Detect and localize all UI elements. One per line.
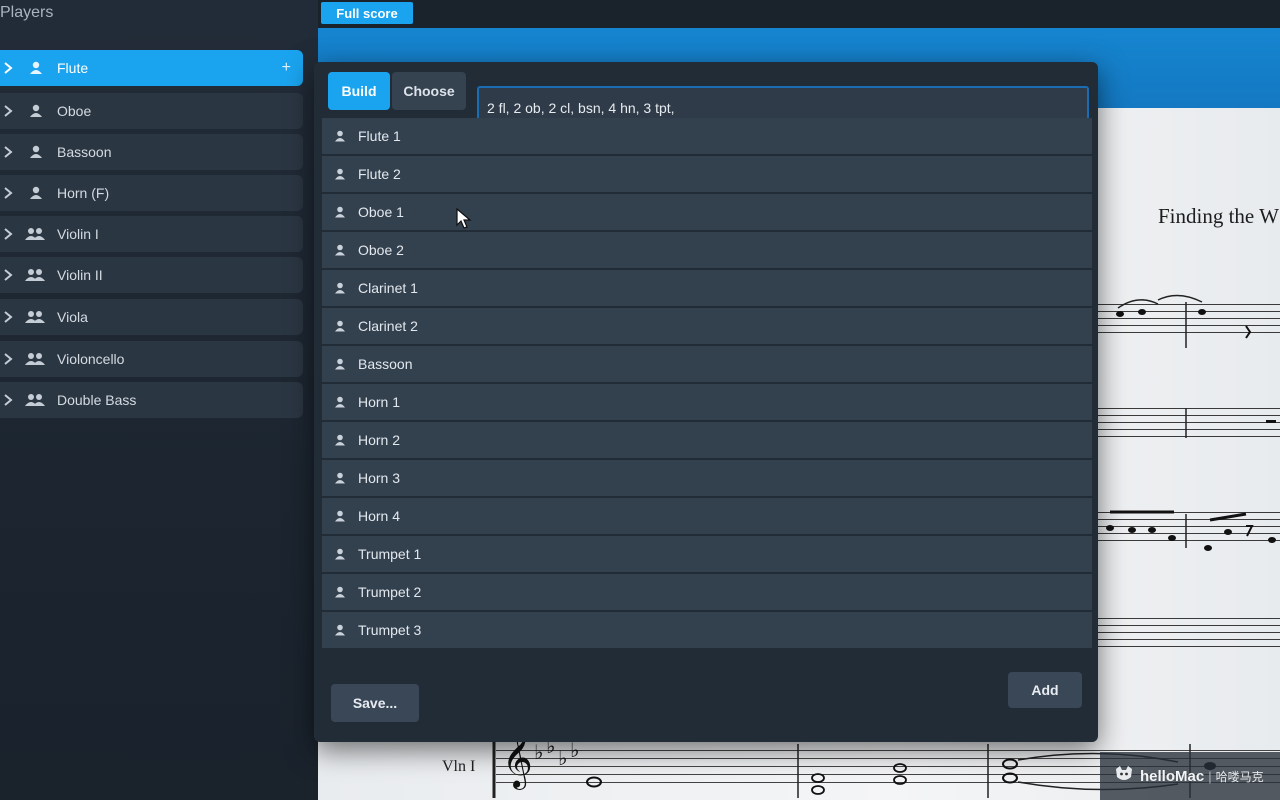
- player-item-label: Oboe: [57, 103, 92, 119]
- player-item-violoncello[interactable]: Violoncello: [0, 341, 303, 377]
- instrument-label: Flute 1: [358, 128, 401, 144]
- person-icon: [332, 320, 348, 332]
- list-item[interactable]: Oboe 1: [322, 194, 1092, 230]
- instrument-label: Horn 3: [358, 470, 401, 486]
- player-item-flute[interactable]: Flute +: [0, 50, 303, 86]
- section-players-icon: [23, 310, 47, 324]
- instrument-label: Oboe 2: [358, 242, 404, 258]
- add-instruments-dialog: Build Choose Flute 1 Flute 2 Oboe 1 Oboe…: [314, 62, 1098, 742]
- tab-full-score[interactable]: Full score: [321, 2, 413, 24]
- watermark-brand: helloMac: [1140, 767, 1205, 785]
- players-panel: Players Flute + Oboe Bassoon Horn (F) Vi…: [0, 0, 318, 800]
- player-item-bassoon[interactable]: Bassoon: [0, 134, 303, 170]
- instrument-label: Horn 1: [358, 394, 401, 410]
- instrument-label: Horn 2: [358, 432, 401, 448]
- add-button[interactable]: Add: [1008, 672, 1082, 708]
- instrument-label: Trumpet 2: [358, 584, 422, 600]
- chevron-right-icon[interactable]: [1, 62, 15, 74]
- watermark-separator: |: [1208, 768, 1212, 784]
- person-icon: [25, 104, 47, 118]
- instrument-list: Flute 1 Flute 2 Oboe 1 Oboe 2 Clarinet 1…: [322, 118, 1092, 650]
- chevron-right-icon[interactable]: [1, 105, 15, 117]
- person-icon: [332, 624, 348, 636]
- mouse-pointer-icon: [456, 207, 472, 235]
- player-item-label: Violin I: [57, 226, 99, 242]
- add-instrument-button[interactable]: +: [282, 58, 291, 78]
- tab-choose[interactable]: Choose: [392, 72, 466, 110]
- score-notation: [1106, 294, 1276, 551]
- chevron-right-icon[interactable]: [1, 353, 15, 365]
- player-item-label: Flute: [57, 60, 89, 76]
- section-players-icon: [23, 393, 47, 407]
- score-tab-strip: [318, 0, 1280, 30]
- person-icon: [25, 145, 47, 159]
- players-panel-title: Players: [0, 4, 54, 21]
- list-item[interactable]: Horn 3: [322, 460, 1092, 496]
- person-icon: [332, 206, 348, 218]
- instrument-label: Clarinet 1: [358, 280, 418, 296]
- section-players-icon: [23, 352, 47, 366]
- person-icon: [332, 434, 348, 446]
- save-button[interactable]: Save...: [331, 684, 419, 722]
- person-icon: [332, 510, 348, 522]
- chevron-right-icon[interactable]: [1, 269, 15, 281]
- chevron-right-icon[interactable]: [1, 394, 15, 406]
- player-item-double-bass[interactable]: Double Bass: [0, 382, 303, 418]
- watermark-chinese-name: 哈喽马克: [1215, 769, 1264, 784]
- player-item-violin-ii[interactable]: Violin II: [0, 257, 303, 293]
- list-item[interactable]: Oboe 2: [322, 232, 1092, 268]
- section-players-icon: [23, 268, 47, 282]
- person-icon: [25, 186, 47, 200]
- person-icon: [332, 396, 348, 408]
- player-item-viola[interactable]: Viola: [0, 299, 303, 335]
- person-icon: [332, 282, 348, 294]
- list-item[interactable]: Flute 2: [322, 156, 1092, 192]
- list-item[interactable]: Trumpet 3: [322, 612, 1092, 648]
- list-item[interactable]: Bassoon: [322, 346, 1092, 382]
- section-players-icon: [23, 227, 47, 241]
- list-item[interactable]: Horn 4: [322, 498, 1092, 534]
- player-item-oboe[interactable]: Oboe: [0, 93, 303, 129]
- instrument-label: Horn 4: [358, 508, 401, 524]
- list-item[interactable]: Trumpet 2: [322, 574, 1092, 610]
- player-item-label: Double Bass: [57, 392, 137, 408]
- score-staff: [1098, 618, 1280, 653]
- chevron-right-icon[interactable]: [1, 187, 15, 199]
- person-icon: [332, 548, 348, 560]
- player-item-label: Horn (F): [57, 185, 110, 201]
- player-item-label: Bassoon: [57, 144, 112, 160]
- instrument-label: Flute 2: [358, 166, 401, 182]
- player-item-label: Violin II: [57, 267, 103, 283]
- player-item-violin-i[interactable]: Violin I: [0, 216, 303, 252]
- list-item[interactable]: Clarinet 2: [322, 308, 1092, 344]
- chevron-right-icon[interactable]: [1, 311, 15, 323]
- list-item[interactable]: Trumpet 1: [322, 536, 1092, 572]
- watermark: helloMac | 哈喽马克: [1100, 752, 1280, 800]
- score-title: Finding the W: [1158, 204, 1279, 228]
- person-icon: [332, 586, 348, 598]
- instrument-label: Oboe 1: [358, 204, 404, 220]
- instrument-label: Bassoon: [358, 356, 413, 372]
- tab-build[interactable]: Build: [328, 72, 390, 110]
- list-item[interactable]: Clarinet 1: [322, 270, 1092, 306]
- list-item[interactable]: Horn 2: [322, 422, 1092, 458]
- instrument-label: Clarinet 2: [358, 318, 418, 334]
- instrument-label: Trumpet 1: [358, 546, 422, 562]
- hellomac-logo-icon: [1114, 765, 1134, 788]
- person-icon: [332, 168, 348, 180]
- player-item-horn[interactable]: Horn (F): [0, 175, 303, 211]
- player-item-label: Viola: [57, 309, 88, 325]
- person-icon: [332, 130, 348, 142]
- chevron-right-icon[interactable]: [1, 146, 15, 158]
- person-icon: [332, 358, 348, 370]
- list-item[interactable]: Flute 1: [322, 118, 1092, 154]
- chevron-right-icon[interactable]: [1, 228, 15, 240]
- list-item[interactable]: Horn 1: [322, 384, 1092, 420]
- staff-label-vln-i: Vln I: [442, 758, 476, 775]
- person-icon: [332, 244, 348, 256]
- player-item-label: Violoncello: [57, 351, 125, 367]
- person-icon: [25, 61, 47, 75]
- person-icon: [332, 472, 348, 484]
- instrument-label: Trumpet 3: [358, 622, 422, 638]
